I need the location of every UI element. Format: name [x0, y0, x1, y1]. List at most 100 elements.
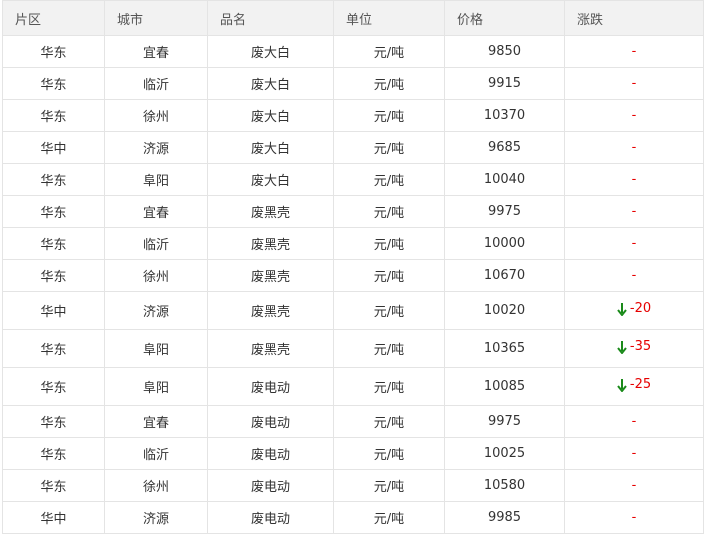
cell-region: 华中: [2, 131, 105, 164]
cell-change: -35: [564, 329, 704, 368]
cell-unit: 元/吨: [333, 163, 445, 196]
table-row: 华东 临沂 废电动 元/吨 10025 -: [2, 437, 704, 470]
change-value: -: [631, 510, 637, 525]
cell-region: 华东: [2, 437, 105, 470]
cell-city: 徐州: [104, 99, 208, 132]
header-product: 品名: [207, 0, 334, 36]
cell-price: 9915: [444, 67, 565, 100]
cell-city: 临沂: [104, 227, 208, 260]
table-header-row: 片区 城市 品名 单位 价格 涨跌: [2, 0, 704, 36]
cell-price: 10085: [444, 367, 565, 406]
cell-change: -: [564, 99, 704, 132]
cell-region: 华东: [2, 35, 105, 68]
change-value: -20: [629, 301, 652, 317]
change-value: -: [631, 76, 637, 91]
cell-product: 废电动: [207, 501, 334, 534]
table-row: 华东 宜春 废电动 元/吨 9975 -: [2, 405, 704, 438]
arrow-down-icon: [617, 378, 627, 392]
cell-change: -: [564, 163, 704, 196]
cell-region: 华东: [2, 227, 105, 260]
cell-city: 徐州: [104, 259, 208, 292]
cell-change: -: [564, 131, 704, 164]
cell-region: 华中: [2, 291, 105, 330]
cell-unit: 元/吨: [333, 329, 445, 368]
table-row: 华东 徐州 废黑壳 元/吨 10670 -: [2, 259, 704, 292]
cell-unit: 元/吨: [333, 501, 445, 534]
cell-unit: 元/吨: [333, 469, 445, 502]
cell-unit: 元/吨: [333, 195, 445, 228]
table-row: 华东 徐州 废电动 元/吨 10580 -: [2, 469, 704, 502]
header-city: 城市: [104, 0, 208, 36]
cell-product: 废大白: [207, 67, 334, 100]
change-value: -: [631, 268, 637, 283]
cell-region: 华东: [2, 67, 105, 100]
cell-price: 9975: [444, 195, 565, 228]
cell-city: 宜春: [104, 195, 208, 228]
cell-region: 华东: [2, 405, 105, 438]
cell-change: -: [564, 35, 704, 68]
table-row: 华东 阜阳 废电动 元/吨 10085 -25: [2, 367, 704, 406]
cell-product: 废大白: [207, 99, 334, 132]
cell-product: 废大白: [207, 131, 334, 164]
cell-city: 徐州: [104, 469, 208, 502]
cell-product: 废电动: [207, 437, 334, 470]
cell-price: 10025: [444, 437, 565, 470]
table-row: 华东 徐州 废大白 元/吨 10370 -: [2, 99, 704, 132]
cell-change: -: [564, 469, 704, 502]
cell-price: 10000: [444, 227, 565, 260]
cell-price: 10580: [444, 469, 565, 502]
cell-product: 废大白: [207, 163, 334, 196]
header-region: 片区: [2, 0, 105, 36]
table-row: 华中 济源 废黑壳 元/吨 10020 -20: [2, 291, 704, 330]
cell-region: 华东: [2, 195, 105, 228]
cell-price: 10020: [444, 291, 565, 330]
table-row: 华东 阜阳 废黑壳 元/吨 10365 -35: [2, 329, 704, 368]
cell-price: 9985: [444, 501, 565, 534]
cell-product: 废黑壳: [207, 329, 334, 368]
cell-city: 阜阳: [104, 163, 208, 196]
change-value-group: -20: [617, 301, 651, 316]
cell-product: 废大白: [207, 35, 334, 68]
cell-price: 9850: [444, 35, 565, 68]
header-price: 价格: [444, 0, 565, 36]
cell-price: 10370: [444, 99, 565, 132]
change-value: -: [631, 236, 637, 251]
cell-change: -: [564, 405, 704, 438]
price-table: 片区 城市 品名 单位 价格 涨跌 华东 宜春 废大白 元/吨 9850- 华东 临沂 废大白…: [2, 0, 704, 534]
change-value: -: [631, 140, 637, 155]
table-row: 华东 宜春 废黑壳 元/吨 9975 -: [2, 195, 704, 228]
cell-city: 济源: [104, 291, 208, 330]
cell-unit: 元/吨: [333, 259, 445, 292]
cell-price: 10040: [444, 163, 565, 196]
table-row: 华东 临沂 废黑壳 元/吨 10000 -: [2, 227, 704, 260]
cell-city: 济源: [104, 501, 208, 534]
cell-unit: 元/吨: [333, 405, 445, 438]
cell-product: 废电动: [207, 367, 334, 406]
change-value: -: [631, 414, 637, 429]
cell-region: 华东: [2, 329, 105, 368]
cell-unit: 元/吨: [333, 99, 445, 132]
cell-price: 10365: [444, 329, 565, 368]
table-row: 华中 济源 废大白 元/吨 9685 -: [2, 131, 704, 164]
cell-unit: 元/吨: [333, 131, 445, 164]
change-value: -: [631, 204, 637, 219]
cell-unit: 元/吨: [333, 367, 445, 406]
table-row: 华东 宜春 废大白 元/吨 9850 -: [2, 35, 704, 68]
change-value-group: -35: [617, 339, 651, 354]
cell-region: 华东: [2, 99, 105, 132]
cell-change: -20: [564, 291, 704, 330]
header-change: 涨跌: [564, 0, 704, 36]
cell-city: 阜阳: [104, 329, 208, 368]
cell-product: 废电动: [207, 405, 334, 438]
cell-price: 10670: [444, 259, 565, 292]
header-unit: 单位: [333, 0, 445, 36]
cell-unit: 元/吨: [333, 227, 445, 260]
change-value: -: [631, 108, 637, 123]
cell-price: 9975: [444, 405, 565, 438]
cell-unit: 元/吨: [333, 35, 445, 68]
cell-change: -: [564, 437, 704, 470]
cell-region: 华东: [2, 367, 105, 406]
cell-product: 废电动: [207, 469, 334, 502]
cell-unit: 元/吨: [333, 291, 445, 330]
change-value: -: [631, 478, 637, 493]
